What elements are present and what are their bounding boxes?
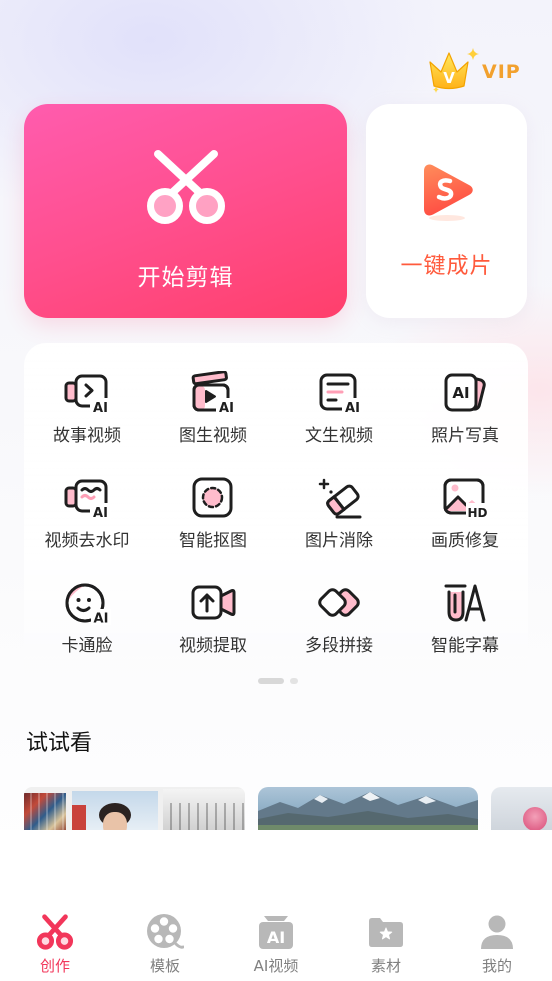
vip-badge[interactable]: V VIP: [426, 44, 526, 94]
tab-label: 素材: [370, 957, 401, 975]
tool-label: 图生视频: [179, 426, 247, 446]
tool-label: 视频提取: [179, 636, 247, 656]
hd-badge-text: HD: [467, 506, 487, 520]
scissors-icon: [147, 150, 225, 224]
tool-label: 视频去水印: [44, 531, 130, 551]
thumbnail-image: [72, 791, 158, 830]
ai-badge-text: AI: [94, 612, 109, 626]
ai-badge-text: AI: [219, 401, 234, 415]
tab-profile[interactable]: 我的: [447, 910, 547, 980]
smart-cutout-icon: [192, 477, 233, 518]
thumbnail-card[interactable]: [258, 787, 478, 830]
tool-smart-subtitle[interactable]: 智能字幕: [402, 575, 528, 680]
tab-label: 创作: [39, 957, 70, 975]
tool-quality-restore[interactable]: HD 画质修复: [402, 470, 528, 575]
photo-portrait-icon: AI: [444, 373, 486, 412]
thumbnail-image: [24, 793, 66, 830]
folder-star-icon: [369, 918, 403, 947]
tool-video-extract[interactable]: 视频提取: [150, 575, 276, 680]
multi-clip-join-icon: [318, 588, 360, 617]
sparkle-icon: [467, 48, 479, 60]
thumbnail-card[interactable]: [24, 787, 245, 830]
cartoon-face-icon: AI: [65, 583, 111, 626]
vip-label: VIP: [482, 61, 521, 83]
tool-text-to-video[interactable]: AI 文生视频: [276, 365, 402, 470]
scissors-icon: [36, 914, 74, 950]
tool-label: 照片写真: [431, 426, 499, 446]
film-reel-icon: [147, 914, 184, 949]
video-watermark-remove-icon: AI: [64, 479, 111, 520]
tool-label: 智能字幕: [431, 636, 499, 656]
one-click-video-card[interactable]: 一键成片: [366, 104, 527, 318]
tools-grid: AI 故事视频 AI 图生视频 AI 文生视频 AI 照片写真 AI 视频去水印…: [24, 365, 528, 680]
story-video-icon: AI: [64, 374, 111, 415]
tab-ai-video[interactable]: AI AI视频: [226, 910, 326, 980]
thumbnail-image: [163, 789, 245, 830]
tab-create[interactable]: 创作: [5, 910, 105, 980]
tool-label: 多段拼接: [305, 636, 373, 656]
tool-photo-portrait[interactable]: AI 照片写真: [402, 365, 528, 470]
page-dot: [290, 678, 298, 684]
bottom-tab-bar: 创作 模板 AI AI视频 素材 我的: [0, 830, 552, 981]
tool-label: 智能抠图: [179, 531, 247, 551]
tool-cartoon-face[interactable]: AI 卡通脸: [24, 575, 150, 680]
smart-subtitle-icon: [444, 584, 486, 622]
image-eraser-icon: [318, 478, 362, 519]
tool-label: 故事视频: [53, 426, 121, 446]
tool-image-eraser[interactable]: 图片消除: [276, 470, 402, 575]
person-icon: [481, 915, 513, 949]
text-to-video-icon: AI: [319, 373, 363, 415]
ai-badge-text: AI: [93, 401, 108, 415]
tab-label: AI视频: [253, 957, 299, 975]
quality-restore-icon: HD: [443, 478, 489, 520]
tool-multi-clip-join[interactable]: 多段拼接: [276, 575, 402, 680]
tool-label: 文生视频: [305, 426, 373, 446]
tool-story-video[interactable]: AI 故事视频: [24, 365, 150, 470]
tab-materials[interactable]: 素材: [336, 910, 436, 980]
page-dot-active: [258, 678, 284, 684]
one-click-play-icon: [424, 164, 473, 221]
thumbnail-card[interactable]: [491, 787, 552, 830]
tool-label: 画质修复: [431, 531, 499, 551]
thumbnail-image: [523, 807, 547, 830]
ai-badge-text: AI: [93, 506, 108, 520]
start-edit-label: 开始剪辑: [137, 265, 234, 291]
try-section-title: 试试看: [26, 731, 93, 756]
tab-label: 我的: [481, 957, 512, 975]
tool-smart-cutout[interactable]: 智能抠图: [150, 470, 276, 575]
tab-label: 模板: [149, 957, 180, 975]
ai-badge-text: AI: [345, 401, 360, 415]
image-to-video-icon: AI: [191, 371, 237, 415]
tool-video-watermark-remove[interactable]: AI 视频去水印: [24, 470, 150, 575]
tab-templates[interactable]: 模板: [115, 910, 215, 980]
video-extract-icon: [191, 585, 236, 620]
start-edit-card[interactable]: 开始剪辑: [24, 104, 347, 318]
try-thumbnails-row: [0, 787, 552, 830]
tool-image-to-video[interactable]: AI 图生视频: [150, 365, 276, 470]
one-click-label: 一键成片: [400, 254, 493, 279]
ai-video-icon: AI: [259, 916, 293, 949]
thumbnail-image: [258, 792, 478, 830]
crown-icon: V: [429, 48, 479, 93]
tool-label: 图片消除: [305, 531, 373, 551]
ai-badge-text: AI: [267, 928, 285, 947]
tool-label: 卡通脸: [61, 636, 113, 656]
ai-badge-text: AI: [452, 384, 469, 402]
crown-letter: V: [443, 69, 455, 87]
